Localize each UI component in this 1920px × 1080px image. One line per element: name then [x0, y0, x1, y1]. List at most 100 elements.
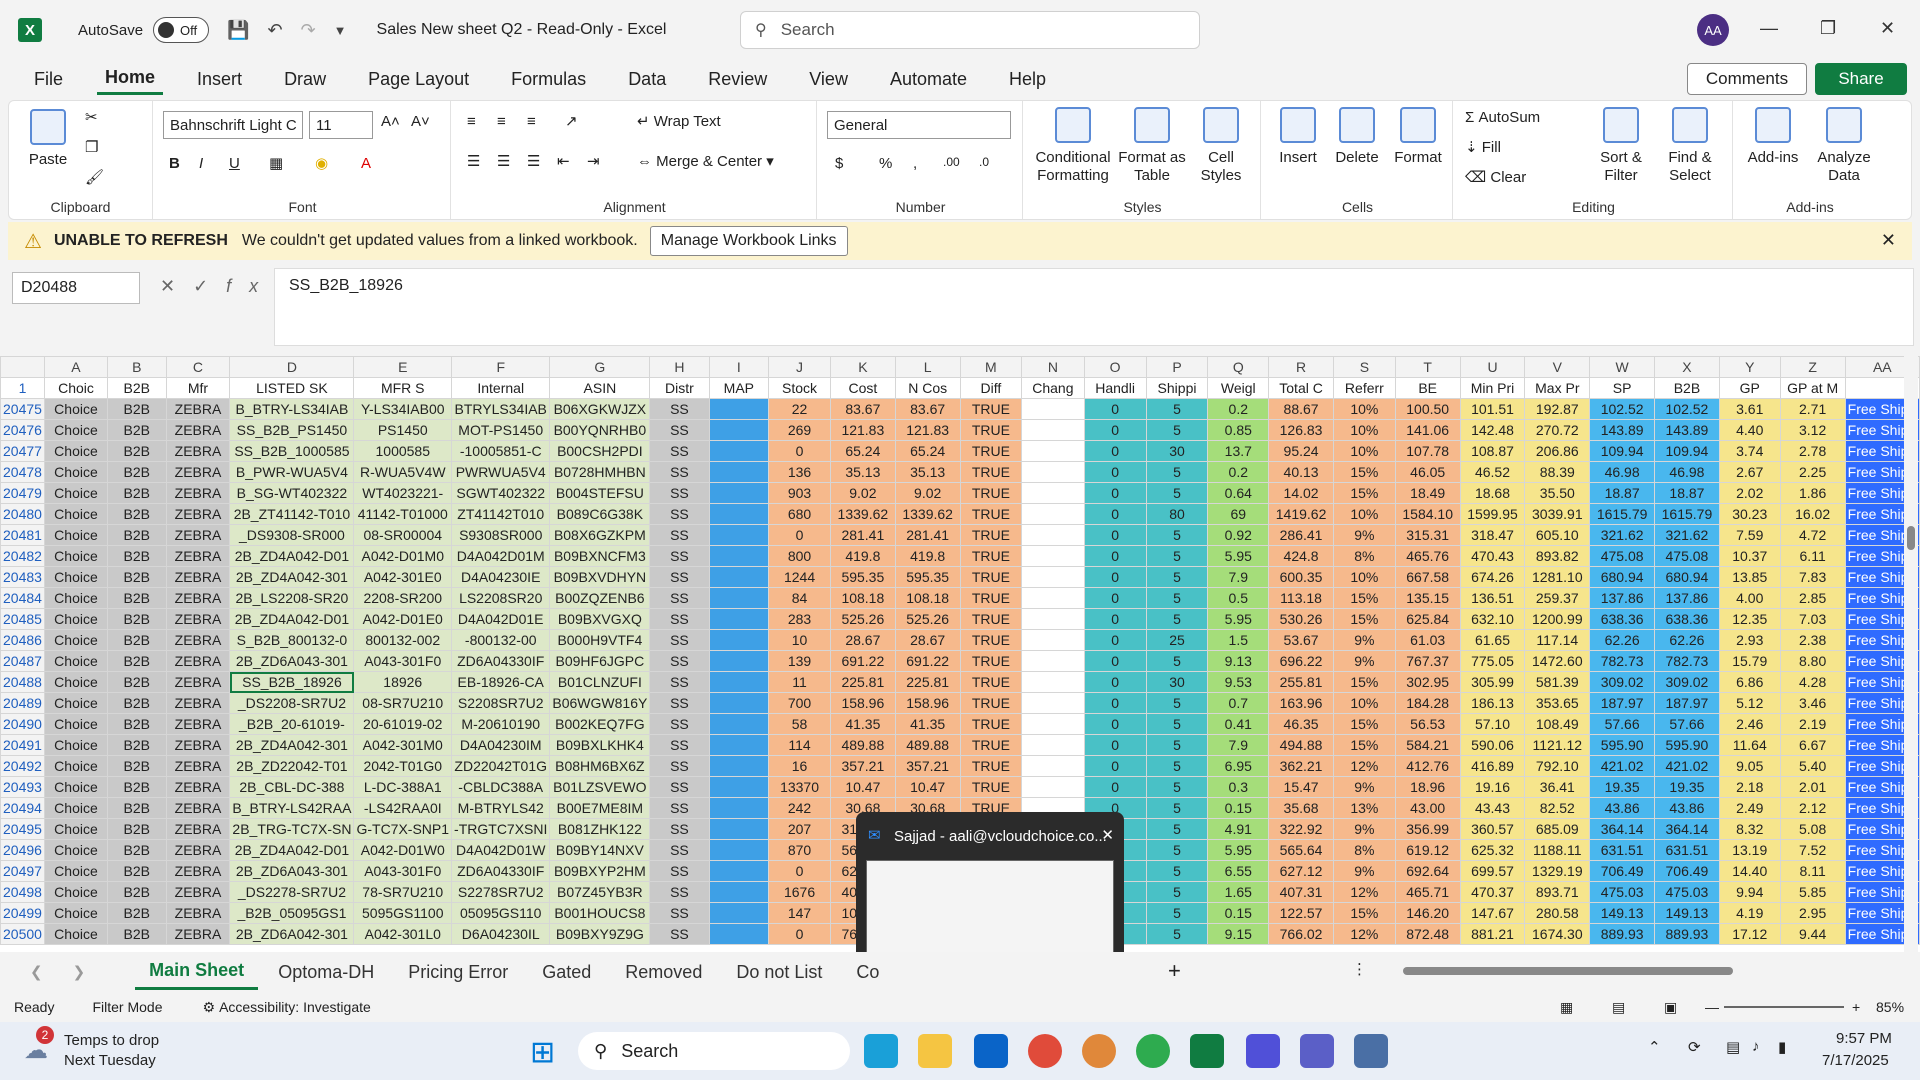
cell[interactable]: 691.22: [829, 650, 896, 672]
field-header[interactable]: LISTED SK: [229, 377, 355, 399]
cell[interactable]: A042-D01E0: [353, 608, 453, 630]
cell[interactable]: 357.21: [829, 755, 896, 777]
cell[interactable]: 0: [1083, 503, 1147, 525]
cell[interactable]: B2B: [106, 524, 167, 546]
cell[interactable]: [1021, 692, 1085, 714]
decrease-font-icon[interactable]: A˅: [411, 113, 430, 131]
cell[interactable]: 0.92: [1207, 524, 1270, 546]
cell[interactable]: ZEBRA: [165, 629, 231, 651]
cell[interactable]: 0.64: [1207, 482, 1270, 504]
cell[interactable]: G-TC7X-SNP1: [353, 818, 453, 840]
cell[interactable]: D4A042D01E: [451, 608, 551, 630]
cell[interactable]: ZEBRA: [165, 713, 231, 735]
cell[interactable]: Choice: [43, 818, 108, 840]
cell[interactable]: 20-61019-02: [353, 713, 453, 735]
column-header[interactable]: F: [451, 356, 551, 378]
cell[interactable]: ZEBRA: [165, 755, 231, 777]
cell[interactable]: -10005851-C: [451, 440, 551, 462]
cell[interactable]: 2B_ZD4A042-301: [229, 734, 355, 756]
cell[interactable]: SS: [649, 755, 710, 777]
cell[interactable]: D4A042D01W: [451, 839, 551, 861]
cell[interactable]: ZEBRA: [165, 461, 231, 483]
cell[interactable]: 465.71: [1394, 881, 1461, 903]
cell[interactable]: -LS42RAA0I: [353, 797, 453, 819]
cell[interactable]: SS: [649, 671, 710, 693]
cell[interactable]: 419.8: [894, 545, 961, 567]
cell[interactable]: M-BTRYLS42: [451, 797, 551, 819]
cell[interactable]: 5.40: [1779, 755, 1846, 777]
cell[interactable]: D6A04230IL: [451, 923, 551, 945]
field-header[interactable]: B2B: [106, 377, 167, 399]
cell[interactable]: 10%: [1332, 566, 1396, 588]
cell[interactable]: 12%: [1332, 923, 1396, 945]
cell[interactable]: 0: [1083, 734, 1147, 756]
cell[interactable]: 685.09: [1524, 818, 1591, 840]
formula-icons[interactable]: ✕✓fx: [160, 276, 276, 297]
cell[interactable]: 489.88: [829, 734, 896, 756]
cell[interactable]: SS: [649, 818, 710, 840]
cell[interactable]: B2B: [106, 650, 167, 672]
cell[interactable]: 102.52: [1654, 398, 1720, 420]
manage-workbook-links-button[interactable]: Manage Workbook Links: [649, 226, 848, 256]
field-header[interactable]: N Cos: [894, 377, 961, 399]
row-header[interactable]: 20481: [0, 524, 45, 546]
field-header[interactable]: Max Pr: [1524, 377, 1591, 399]
zoom-in-icon[interactable]: +: [1852, 999, 1860, 1015]
cell[interactable]: ZD6A04330IF: [451, 650, 551, 672]
cell[interactable]: 364.14: [1654, 818, 1720, 840]
cell[interactable]: Choice: [43, 545, 108, 567]
cell[interactable]: 903: [768, 482, 831, 504]
cell[interactable]: 1419.62: [1268, 503, 1334, 525]
cell[interactable]: 58: [768, 713, 831, 735]
cell[interactable]: [708, 923, 770, 945]
cell[interactable]: [708, 860, 770, 882]
cell[interactable]: SS: [649, 923, 710, 945]
taskbar-date[interactable]: 7/17/2025: [1822, 1052, 1889, 1069]
cell[interactable]: 137.86: [1589, 587, 1656, 609]
cell[interactable]: 28.67: [894, 629, 961, 651]
cell[interactable]: PWRWUA5V4: [451, 461, 551, 483]
field-header[interactable]: Choic: [43, 377, 108, 399]
cell[interactable]: 584.21: [1394, 734, 1461, 756]
cell[interactable]: B_BTRY-LS42RAA: [229, 797, 355, 819]
cell[interactable]: 595.35: [829, 566, 896, 588]
sheet-tab-optoma[interactable]: Optoma-DH: [264, 956, 388, 989]
column-header[interactable]: M: [959, 356, 1023, 378]
normal-view-icon[interactable]: ▦: [1560, 999, 1573, 1016]
cell[interactable]: 9%: [1332, 776, 1396, 798]
cell[interactable]: 1121.12: [1524, 734, 1591, 756]
cell[interactable]: 581.39: [1524, 671, 1591, 693]
decrease-decimal-icon[interactable]: .0: [979, 155, 989, 169]
find-select-button[interactable]: Find & Select: [1655, 107, 1725, 185]
cell[interactable]: 15%: [1332, 461, 1396, 483]
cell[interactable]: 15%: [1332, 587, 1396, 609]
cell[interactable]: B2B: [106, 776, 167, 798]
cell[interactable]: 7.59: [1718, 524, 1781, 546]
cell[interactable]: Choice: [43, 482, 108, 504]
cell[interactable]: Choice: [43, 839, 108, 861]
cell[interactable]: Choice: [43, 797, 108, 819]
cell[interactable]: D4A04230IE: [451, 566, 551, 588]
align-top-icon[interactable]: ≡: [467, 113, 476, 131]
cell[interactable]: 17.12: [1718, 923, 1781, 945]
italic-icon[interactable]: I: [199, 155, 203, 173]
cell[interactable]: 0: [768, 440, 831, 462]
cell[interactable]: 62.26: [1589, 629, 1656, 651]
chrome-profile-icon[interactable]: [1082, 1034, 1116, 1068]
cell[interactable]: 9.05: [1718, 755, 1781, 777]
analyze-data-button[interactable]: Analyze Data: [1811, 107, 1877, 185]
row-header[interactable]: 20479: [0, 482, 45, 504]
popup-close-icon[interactable]: ✕: [1101, 826, 1114, 844]
status-accessibility[interactable]: Accessibility: Investigate: [219, 999, 371, 1015]
align-middle-icon[interactable]: ≡: [497, 113, 506, 131]
cell[interactable]: A043-301F0: [353, 860, 453, 882]
cell[interactable]: B_SG-WT402322: [229, 482, 355, 504]
cell[interactable]: 0.2: [1207, 398, 1270, 420]
row-header[interactable]: 20494: [0, 797, 45, 819]
cell[interactable]: 0.7: [1207, 692, 1270, 714]
cell[interactable]: S_B2B_800132-0: [229, 629, 355, 651]
cell[interactable]: Choice: [43, 503, 108, 525]
row-header[interactable]: 20500: [0, 923, 45, 945]
cell[interactable]: 8%: [1332, 545, 1396, 567]
cell[interactable]: 767.37: [1394, 650, 1461, 672]
